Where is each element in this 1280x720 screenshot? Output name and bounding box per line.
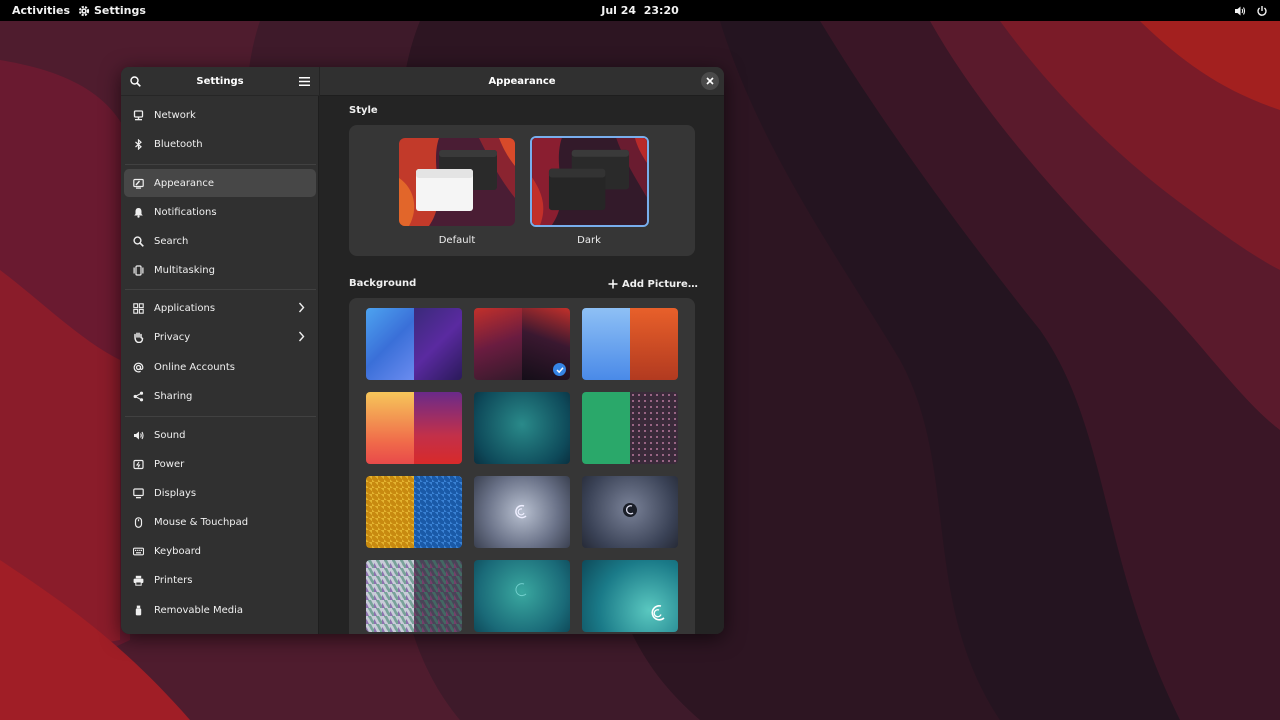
sidebar-item-search[interactable]: Search [124, 227, 316, 255]
style-option-dark-label: Dark [577, 235, 601, 246]
clock: Jul 24 23:20 [0, 0, 1280, 21]
wallpaper-tile[interactable] [366, 308, 462, 380]
gear-icon [78, 5, 90, 16]
sidebar-header: Settings [121, 67, 319, 96]
sidebar-divider [125, 289, 316, 290]
system-menu-button[interactable] [1234, 0, 1268, 21]
sidebar-item-appearance[interactable]: Appearance [124, 169, 316, 197]
volume-icon [1235, 6, 1246, 15]
sidebar-item-applications[interactable]: Applications [124, 294, 316, 322]
bell-icon [133, 207, 144, 218]
sidebar-divider [125, 416, 316, 417]
usb-icon [133, 605, 144, 616]
search-icon [130, 76, 141, 87]
wallpaper-tile[interactable] [582, 308, 678, 380]
dark-style-preview [532, 138, 647, 225]
background-heading: Background [349, 278, 417, 289]
style-selector: Default Dark [349, 125, 695, 256]
search-button[interactable] [126, 72, 145, 91]
sidebar-item-sharing[interactable]: Sharing [124, 382, 316, 410]
chevron-right-icon [298, 331, 305, 342]
settings-window: Settings Network Bluetooth Appearance No… [121, 67, 724, 634]
keyboard-icon [133, 546, 144, 557]
sidebar-item-displays[interactable]: Displays [124, 479, 316, 507]
activities-button[interactable]: Activities [12, 0, 70, 21]
sidebar-item-printers[interactable]: Printers [124, 566, 316, 594]
applications-icon [133, 302, 144, 314]
wallpaper-tile-selected[interactable] [474, 308, 570, 380]
mouse-icon [133, 516, 144, 528]
at-icon [133, 362, 144, 373]
clock-time: 23:20 [643, 4, 679, 17]
power-plug-icon [133, 459, 144, 470]
wallpaper-tile[interactable] [582, 392, 678, 464]
sidebar-item-bluetooth[interactable]: Bluetooth [124, 130, 316, 158]
sidebar-divider [125, 164, 316, 165]
sidebar-title: Settings [196, 75, 244, 87]
sidebar-item-privacy[interactable]: Privacy [124, 323, 316, 351]
wallpaper-tile[interactable] [366, 560, 462, 632]
style-heading: Style [349, 105, 378, 116]
sidebar-item-power[interactable]: Power [124, 450, 316, 478]
sidebar-item-keyboard[interactable]: Keyboard [124, 537, 316, 565]
appearance-panel: Appearance Style Default Dark Background… [320, 67, 724, 634]
top-bar: Activities Settings Jul 24 23:20 [0, 0, 1280, 21]
speaker-icon [133, 430, 144, 441]
power-icon [1257, 5, 1267, 16]
close-button[interactable] [701, 72, 719, 90]
wallpaper-tile[interactable] [474, 392, 570, 464]
style-option-default-label: Default [438, 235, 476, 246]
sidebar-item-sound[interactable]: Sound [124, 421, 316, 449]
network-icon [133, 109, 144, 121]
share-icon [133, 391, 144, 402]
close-icon [706, 77, 714, 85]
wallpaper-tile[interactable] [582, 560, 678, 632]
wallpaper-tile[interactable] [366, 476, 462, 548]
selected-check-icon [553, 363, 566, 376]
sidebar: Settings Network Bluetooth Appearance No… [121, 67, 319, 634]
background-grid [349, 298, 695, 634]
style-option-dark[interactable] [530, 136, 649, 227]
bluetooth-icon [133, 138, 144, 150]
style-option-default[interactable] [399, 138, 515, 226]
wallpaper-tile[interactable] [582, 476, 678, 548]
sidebar-item-mouse-touchpad[interactable]: Mouse & Touchpad [124, 508, 316, 536]
printer-icon [133, 575, 144, 586]
multitasking-icon [133, 264, 144, 276]
plus-icon [608, 279, 618, 289]
hamburger-menu-icon [299, 77, 310, 86]
clock-button[interactable]: Jul 24 23:20 [601, 4, 679, 17]
display-icon [133, 487, 144, 499]
appearance-icon [133, 178, 144, 189]
app-menu-button[interactable]: Settings [78, 0, 146, 21]
sidebar-item-multitasking[interactable]: Multitasking [124, 256, 316, 284]
sidebar-item-notifications[interactable]: Notifications [124, 198, 316, 226]
page-title: Appearance [488, 75, 556, 87]
wallpaper-tile[interactable] [474, 476, 570, 548]
add-picture-button[interactable]: Add Picture… [608, 277, 698, 291]
sidebar-item-removable-media[interactable]: Removable Media [124, 596, 316, 624]
hand-icon [133, 331, 144, 343]
sidebar-item-network[interactable]: Network [124, 101, 316, 129]
main-menu-button[interactable] [295, 72, 314, 91]
wallpaper-tile[interactable] [366, 392, 462, 464]
chevron-right-icon [298, 302, 305, 313]
sidebar-item-online-accounts[interactable]: Online Accounts [124, 353, 316, 381]
content-header: Appearance [320, 67, 724, 96]
default-style-preview [399, 138, 515, 226]
clock-date: Jul 24 [601, 4, 637, 17]
wallpaper-tile[interactable] [474, 560, 570, 632]
search-icon [133, 235, 144, 247]
